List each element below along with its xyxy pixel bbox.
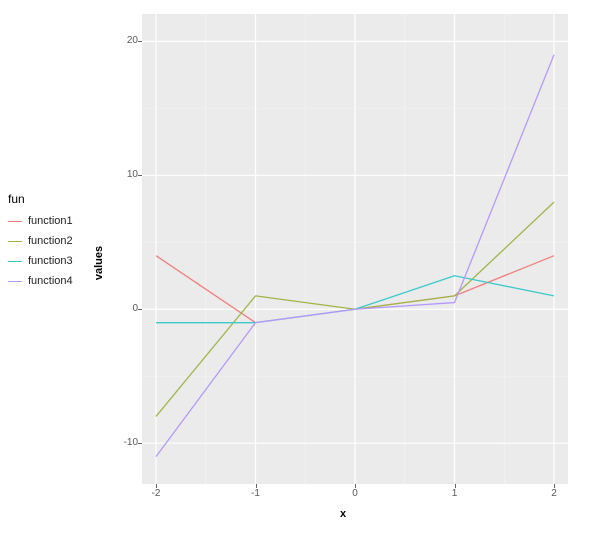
x-tick-label: 2 xyxy=(544,488,564,499)
legend-line-icon xyxy=(8,221,22,222)
y-tick-label: 10 xyxy=(108,169,138,180)
x-tick-mark xyxy=(256,484,257,488)
y-tick-mark xyxy=(138,443,142,444)
legend-item: function1 xyxy=(8,212,98,230)
x-tick-mark xyxy=(554,484,555,488)
legend-title: fun xyxy=(8,192,98,206)
plot-area: values x -1001020-2-1012 xyxy=(108,8,578,518)
x-tick-label: -2 xyxy=(146,488,166,499)
legend-item: function2 xyxy=(8,232,98,250)
legend-label: function4 xyxy=(28,275,73,287)
y-tick-label: -10 xyxy=(108,437,138,448)
x-tick-mark xyxy=(455,484,456,488)
line-chart-svg xyxy=(142,14,568,484)
x-tick-label: 0 xyxy=(345,488,365,499)
legend-label: function2 xyxy=(28,235,73,247)
x-tick-mark xyxy=(355,484,356,488)
legend-item: function3 xyxy=(8,252,98,270)
y-tick-label: 20 xyxy=(108,35,138,46)
legend-line-icon xyxy=(8,241,22,242)
legend-swatch-icon xyxy=(8,214,22,228)
x-tick-mark xyxy=(156,484,157,488)
legend-swatch-icon xyxy=(8,254,22,268)
y-tick-mark xyxy=(138,41,142,42)
y-tick-mark xyxy=(138,309,142,310)
legend-item: function4 xyxy=(8,272,98,290)
legend-line-icon xyxy=(8,281,22,282)
legend-line-icon xyxy=(8,261,22,262)
legend: fun function1 function2 function3 functi… xyxy=(8,192,98,292)
plot-panel xyxy=(142,14,568,484)
legend-label: function1 xyxy=(28,215,73,227)
legend-swatch-icon xyxy=(8,274,22,288)
y-axis-label: values xyxy=(93,246,105,280)
y-tick-mark xyxy=(138,175,142,176)
legend-label: function3 xyxy=(28,255,73,267)
x-tick-label: -1 xyxy=(246,488,266,499)
chart-container: fun function1 function2 function3 functi… xyxy=(0,0,591,535)
x-axis-label: x xyxy=(340,508,346,520)
legend-swatch-icon xyxy=(8,234,22,248)
y-tick-label: 0 xyxy=(108,303,138,314)
x-tick-label: 1 xyxy=(445,488,465,499)
